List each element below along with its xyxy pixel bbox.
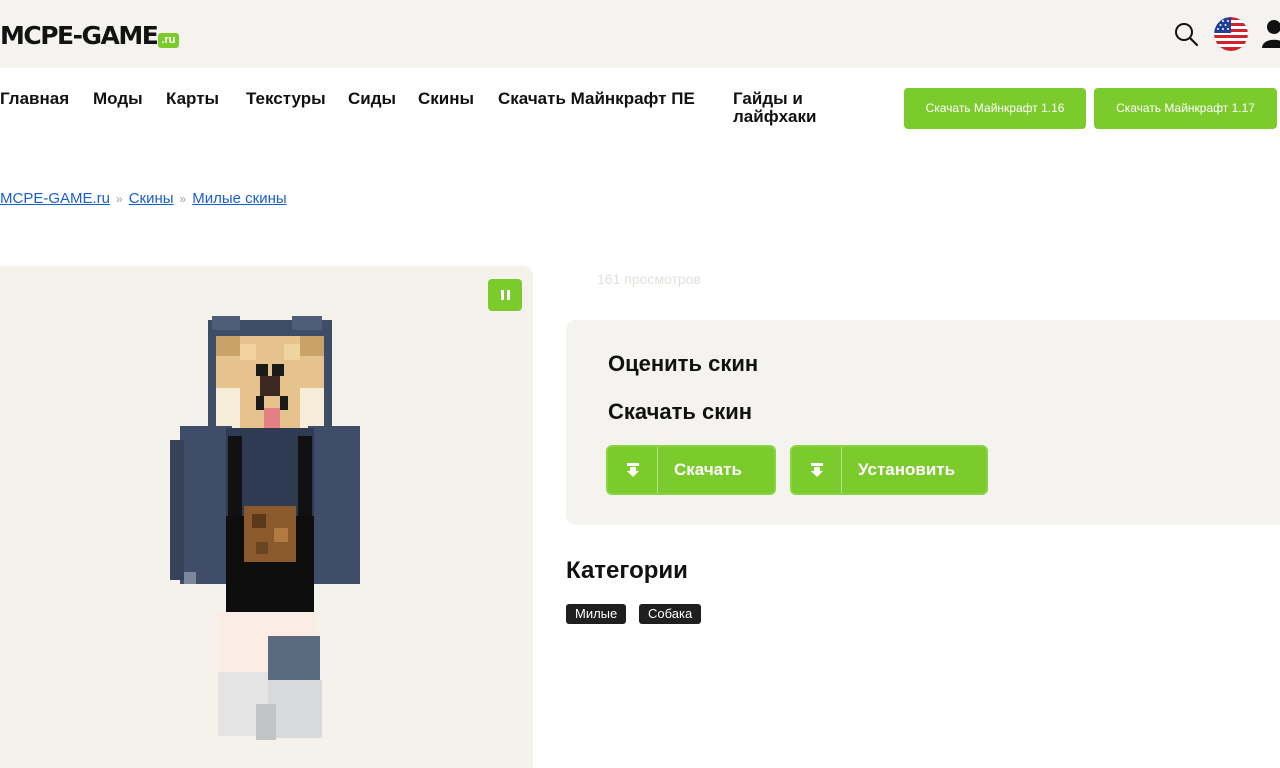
install-label: Установить [858,460,956,479]
breadcrumb-skins-link[interactable]: Скины [129,190,174,208]
download-skin-button[interactable]: Скачать [606,445,776,495]
main-nav: Главная Моды Карты Текстуры Сиды Скины С… [0,88,1280,133]
logo-text: MCPE-GAME [0,21,159,50]
rate-skin-title: Оценить скин [608,351,759,376]
nav-item-mods[interactable]: Моды [93,90,143,108]
top-bar: MCPE-GAME .ru [0,0,1280,68]
install-skin-button[interactable]: Установить [790,445,988,495]
nav-item-skins[interactable]: Скины [418,90,474,108]
user-icon[interactable] [1262,18,1280,50]
download-minecraft-117-button[interactable]: Скачать Майнкрафт 1.17 [1094,88,1277,129]
site-logo[interactable]: MCPE-GAME .ru [0,20,180,50]
download-icon [608,447,658,493]
download-minecraft-116-button[interactable]: Скачать Майнкрафт 1.16 [904,88,1086,129]
nav-item-guides[interactable]: Гайды и лайфхаки [733,90,843,126]
search-icon[interactable] [1172,18,1200,50]
nav-item-download-pe[interactable]: Скачать Майнкрафт ПЕ [498,90,698,108]
views-count: 161 просмотров [597,271,701,287]
logo-suffix: .ru [158,33,180,48]
category-tag-cute[interactable]: Милые [566,604,627,624]
header-icons [1172,16,1280,52]
nav-item-seeds[interactable]: Сиды [348,90,396,108]
breadcrumb-home-link[interactable]: MCPE-GAME.ru [0,190,110,208]
nav-item-maps[interactable]: Карты [166,90,219,108]
breadcrumb: MCPE-GAME.ru » Скины » Милые скины [0,190,287,208]
nav-item-textures[interactable]: Текстуры [246,90,326,108]
download-label: Скачать [674,460,742,479]
breadcrumb-cute-skins-link[interactable]: Милые скины [192,190,286,208]
download-icon [792,447,842,493]
nav-item-home[interactable]: Главная [0,90,69,108]
category-tag-dog[interactable]: Собака [639,604,702,624]
us-flag-icon[interactable] [1214,17,1248,51]
pause-icon[interactable] [488,279,522,311]
categories-title: Категории [566,557,688,584]
skin-3d-model[interactable] [160,316,370,746]
download-skin-title: Скачать скин [608,399,753,424]
breadcrumb-separator: » [116,192,123,206]
breadcrumb-separator: » [179,192,187,206]
